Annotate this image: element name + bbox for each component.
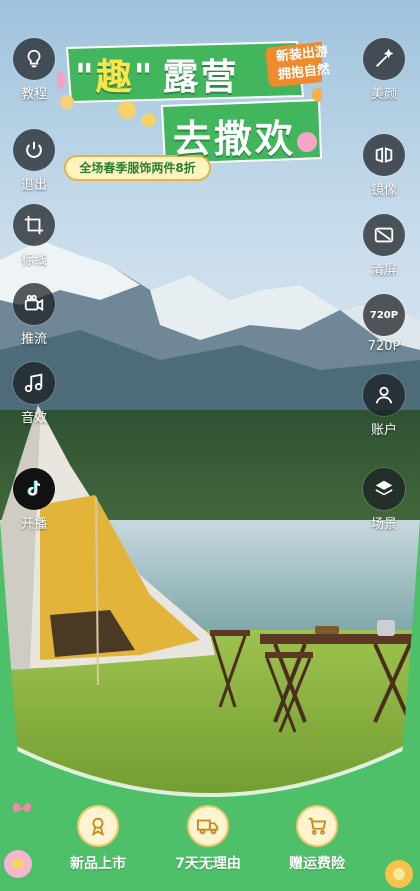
cart-icon — [296, 805, 338, 847]
tutorial-button[interactable]: 教程 — [4, 38, 64, 102]
music-note-icon — [13, 362, 55, 404]
clear-screen-label: 清屏 — [370, 263, 397, 278]
lightbulb-icon — [13, 38, 55, 80]
resolution-badge: 720P — [369, 309, 399, 321]
start-live-button[interactable]: 开播 — [4, 468, 64, 532]
flower-decoration-left — [4, 850, 32, 878]
tiktok-icon — [13, 468, 55, 510]
camera-icon — [13, 283, 55, 325]
banner-tag: 新装出游 拥抱自然 — [267, 43, 338, 86]
mirror-label: 镜像 — [370, 183, 397, 198]
banner-quote-close: " — [133, 57, 155, 98]
promo-banner: "趣" 露营 去撒欢 新装出游 拥抱自然 全场春季服饰两件8折 — [57, 40, 331, 200]
beauty-button[interactable]: 美颜 — [354, 38, 414, 102]
resolution-button[interactable]: 720P 720P — [354, 294, 414, 354]
stream-label: 推流 — [20, 332, 47, 347]
user-icon — [363, 374, 405, 416]
left-frame-edge — [0, 520, 20, 780]
benefit-seven-day-return-label: 7天无理由 — [175, 856, 241, 872]
guide-lines-label: 标线 — [20, 253, 47, 268]
benefit-shipping-insurance-label: 赠运费险 — [289, 856, 345, 872]
clear-screen-button[interactable]: 清屏 — [354, 214, 414, 278]
benefit-shipping-insurance: 赠运费险 — [262, 805, 372, 873]
mirror-icon — [363, 134, 405, 176]
benefit-seven-day-return: 7天无理由 — [153, 805, 263, 873]
tent — [0, 405, 215, 685]
magic-wand-icon — [363, 38, 405, 80]
banner-qu-char: 趣 — [95, 57, 134, 98]
benefit-new-arrivals-label: 新品上市 — [70, 856, 126, 872]
benefit-new-arrivals: 新品上市 — [43, 805, 153, 873]
right-frame-edge — [400, 520, 420, 780]
sound-effects-button[interactable]: 音效 — [4, 362, 64, 426]
flower-decoration-right — [385, 860, 413, 888]
banner-line1-rest: 露营 — [162, 57, 239, 98]
power-icon — [13, 129, 55, 171]
sound-effects-label: 音效 — [20, 411, 47, 426]
butterfly-decoration — [12, 802, 32, 812]
banner-title-line2: 去撒欢 — [173, 117, 297, 161]
stream-button[interactable]: 推流 — [4, 283, 64, 347]
guide-lines-button[interactable]: 标线 — [4, 204, 64, 268]
exit-button[interactable]: 退出 — [4, 129, 64, 193]
crop-lines-icon — [13, 204, 55, 246]
camp-table-and-chairs — [210, 620, 420, 733]
scene-button[interactable]: 场景 — [354, 468, 414, 532]
banner-promo-text: 全场春季服饰两件8折 — [79, 161, 196, 175]
beauty-label: 美颜 — [370, 87, 397, 102]
mirror-button[interactable]: 镜像 — [354, 134, 414, 198]
banner-title-line1: "趣" 露营 — [75, 48, 239, 100]
account-button[interactable]: 账户 — [354, 374, 414, 438]
resolution-label: 720P — [367, 339, 401, 354]
clear-screen-icon — [363, 214, 405, 256]
resolution-icon: 720P — [363, 294, 405, 336]
layers-icon — [363, 468, 405, 510]
account-label: 账户 — [370, 423, 397, 438]
medal-icon — [77, 805, 119, 847]
scene-label: 场景 — [370, 517, 397, 532]
tutorial-label: 教程 — [20, 87, 47, 102]
truck-icon — [187, 805, 229, 847]
exit-label: 退出 — [20, 178, 47, 193]
banner-quote-open: " — [75, 57, 96, 98]
start-live-label: 开播 — [20, 517, 47, 532]
